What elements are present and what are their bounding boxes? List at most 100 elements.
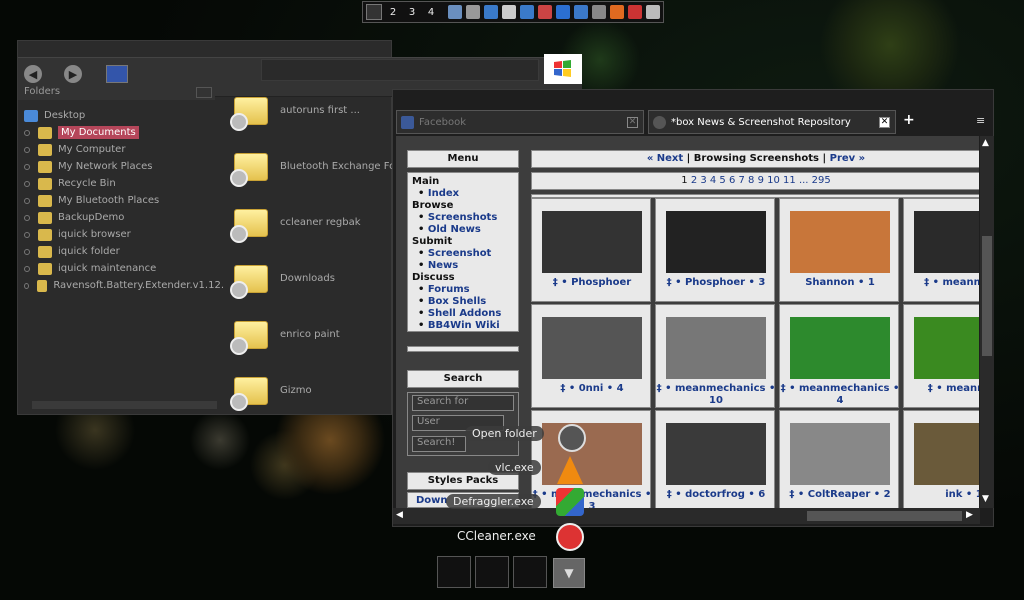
- thumbnail-image[interactable]: [542, 317, 642, 379]
- screenshot-thumbnail[interactable]: ‡ • meanmechanics • 10: [655, 304, 775, 408]
- tray-icon[interactable]: [466, 5, 480, 19]
- dock-slot-2[interactable]: [475, 556, 509, 588]
- thumbnail-caption[interactable]: Shannon • 1: [780, 277, 900, 289]
- folder-tree-item[interactable]: My Bluetooth Places: [24, 192, 224, 209]
- file-label[interactable]: autoruns first ...: [280, 105, 360, 116]
- close-tab-icon[interactable]: ✕: [879, 117, 890, 128]
- thumbnail-image[interactable]: [914, 317, 979, 379]
- tray-icon[interactable]: [628, 5, 642, 19]
- dock-expand-button[interactable]: ▼: [553, 558, 585, 588]
- screenshot-thumbnail[interactable]: ‡ • Phosphoer • 3: [655, 198, 775, 302]
- workspace-1-button[interactable]: [366, 4, 382, 20]
- thumbnail-image[interactable]: [790, 423, 890, 485]
- tray-icon[interactable]: [520, 5, 534, 19]
- folder-icon[interactable]: [230, 375, 270, 411]
- thumbnail-image[interactable]: [666, 423, 766, 485]
- horizontal-scrollbar[interactable]: ◀ ▶: [393, 508, 980, 524]
- thumbnail-image[interactable]: [914, 211, 979, 273]
- thumbnail-caption[interactable]: ‡ • meanmechanics • 3: [532, 489, 652, 508]
- expand-icon[interactable]: [24, 163, 30, 170]
- expand-icon[interactable]: [24, 146, 30, 153]
- dock-slot-3[interactable]: [513, 556, 547, 588]
- hscrollbar-thumb[interactable]: [807, 511, 962, 521]
- folder-tree-item[interactable]: My Documents: [24, 124, 224, 141]
- thumbnail-caption[interactable]: ‡ • meanmech: [904, 277, 979, 289]
- workspace-4-button[interactable]: 4: [423, 4, 439, 20]
- scroll-up-icon[interactable]: ▲: [982, 138, 989, 148]
- tray-icon[interactable]: [502, 5, 516, 19]
- screenshot-thumbnail[interactable]: ‡ • meanmechanics • 3: [531, 410, 651, 508]
- file-label[interactable]: ccleaner regbak: [280, 217, 361, 228]
- folder-icon[interactable]: [230, 319, 270, 355]
- file-label[interactable]: Gizmo: [280, 385, 312, 396]
- screenshot-thumbnail[interactable]: ‡ • ColtReaper • 2: [779, 410, 899, 508]
- expand-icon[interactable]: [24, 282, 29, 289]
- expand-icon[interactable]: [24, 214, 30, 221]
- menu-link[interactable]: • News: [408, 260, 518, 272]
- screenshot-thumbnail[interactable]: ink • 1: [903, 410, 979, 508]
- workspace-3-button[interactable]: 3: [404, 4, 420, 20]
- search-submit-button[interactable]: Search!: [412, 436, 466, 452]
- folder-tree-item[interactable]: Desktop: [24, 107, 224, 124]
- folder-tree-item[interactable]: Recycle Bin: [24, 175, 224, 192]
- folder-tree-item[interactable]: iquick maintenance: [24, 260, 224, 277]
- menu-link[interactable]: • BB4Win Wiki: [408, 320, 518, 332]
- thumbnail-image[interactable]: [542, 211, 642, 273]
- launcher-open-folder[interactable]: Open folder: [465, 426, 544, 441]
- tray-icon[interactable]: [538, 5, 552, 19]
- folder-tree-item[interactable]: Ravensoft.Battery.Extender.v1.12.: [24, 277, 224, 294]
- search-input[interactable]: Search for: [412, 395, 514, 411]
- thumbnail-caption[interactable]: ‡ • Phosphoer • 3: [656, 277, 776, 289]
- tray-icon[interactable]: [448, 5, 462, 19]
- scroll-left-icon[interactable]: ◀: [396, 510, 403, 520]
- thumbnail-image[interactable]: [914, 423, 979, 485]
- dock-slot-1[interactable]: [437, 556, 471, 588]
- tray-icon[interactable]: [592, 5, 606, 19]
- screenshot-thumbnail[interactable]: ‡ • meanmechanics • 4: [779, 304, 899, 408]
- defraggler-icon[interactable]: [556, 488, 584, 516]
- tray-icon[interactable]: [610, 5, 624, 19]
- thumbnail-caption[interactable]: ‡ • meanmechanics • 10: [656, 383, 776, 407]
- folder-tree-item[interactable]: My Network Places: [24, 158, 224, 175]
- folder-icon[interactable]: [230, 95, 270, 131]
- menu-link[interactable]: • Forums: [408, 284, 518, 296]
- expand-icon[interactable]: [24, 197, 30, 204]
- thumbnail-image[interactable]: [790, 317, 890, 379]
- expand-icon[interactable]: [24, 248, 30, 255]
- menu-link[interactable]: • Box Shells: [408, 296, 518, 308]
- folder-tree-scrollbar[interactable]: [32, 401, 217, 409]
- back-button[interactable]: ◀: [24, 65, 42, 83]
- folder-tree-item[interactable]: iquick folder: [24, 243, 224, 260]
- thumbnail-caption[interactable]: ‡ • 0nni • 4: [532, 383, 652, 395]
- screenshot-thumbnail[interactable]: ‡ • meanmech: [903, 198, 979, 302]
- vlc-icon[interactable]: [557, 456, 583, 484]
- file-label[interactable]: enrico paint: [280, 329, 340, 340]
- prev-link[interactable]: Prev »: [830, 153, 866, 164]
- file-label[interactable]: Downloads: [280, 273, 335, 284]
- tab-box-news[interactable]: *box News & Screenshot Repository ✕: [648, 110, 896, 134]
- menu-link[interactable]: • Screenshots: [408, 212, 518, 224]
- forward-button[interactable]: ▶: [64, 65, 82, 83]
- screenshot-thumbnail[interactable]: ‡ • doctorfrog • 6: [655, 410, 775, 508]
- launcher-vlc[interactable]: vlc.exe: [488, 460, 541, 475]
- thumbnail-caption[interactable]: ‡ • meanmechanics • 4: [780, 383, 900, 407]
- address-bar[interactable]: [261, 59, 539, 81]
- menu-icon[interactable]: ≡: [976, 114, 986, 127]
- views-button[interactable]: [106, 65, 128, 83]
- page-links[interactable]: 2 3 4 5 6 7 8 9 10 11 ... 295: [691, 175, 831, 186]
- next-link[interactable]: « Next: [647, 153, 683, 164]
- tray-icon[interactable]: [574, 5, 588, 19]
- tab-facebook[interactable]: Facebook ✕: [396, 110, 644, 134]
- launcher-defraggler[interactable]: Defraggler.exe: [446, 494, 541, 509]
- folder-tree-item[interactable]: BackupDemo: [24, 209, 224, 226]
- close-tab-icon[interactable]: ✕: [627, 117, 638, 128]
- expand-icon[interactable]: [24, 265, 30, 272]
- expand-icon[interactable]: [24, 180, 30, 187]
- ccleaner-icon[interactable]: [556, 523, 584, 551]
- tray-icon[interactable]: [646, 5, 660, 19]
- expand-icon[interactable]: [24, 231, 30, 238]
- workspace-2-button[interactable]: 2: [385, 4, 401, 20]
- thumbnail-image[interactable]: [666, 317, 766, 379]
- menu-link[interactable]: • Shell Addons: [408, 308, 518, 320]
- launcher-ccleaner[interactable]: CCleaner.exe: [457, 529, 536, 543]
